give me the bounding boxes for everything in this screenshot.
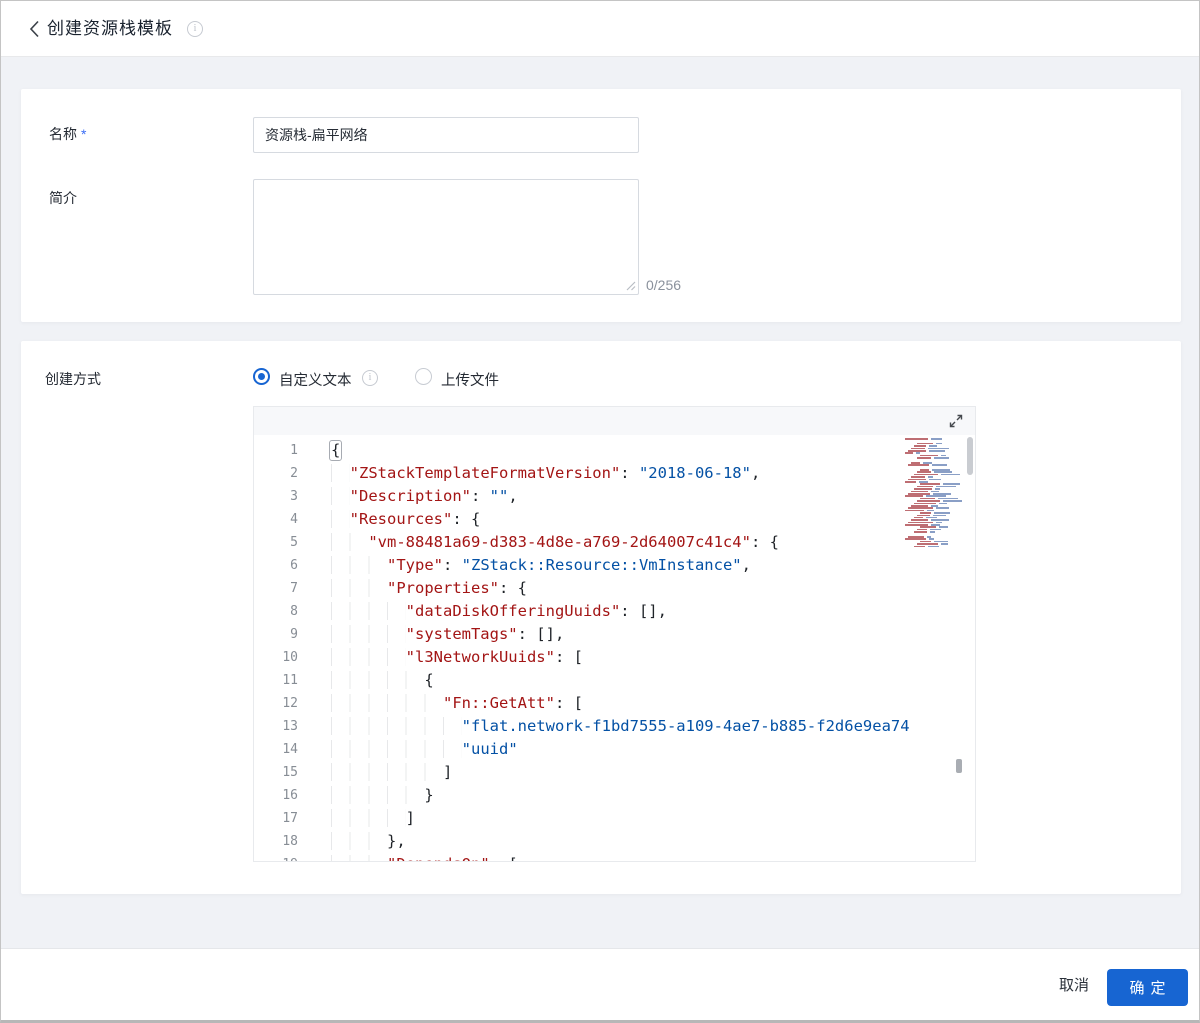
code-line: 16 } bbox=[254, 784, 975, 807]
line-number: 15 bbox=[282, 765, 298, 780]
name-field-label: 名称 * bbox=[49, 124, 86, 144]
code-line: 15 ] bbox=[254, 761, 975, 784]
editor-toolbar bbox=[254, 407, 975, 435]
line-number: 10 bbox=[282, 650, 298, 665]
radio-custom-text-label[interactable]: 自定义文本 bbox=[279, 369, 352, 390]
confirm-button[interactable]: 确定 bbox=[1107, 969, 1188, 1006]
line-number: 18 bbox=[282, 834, 298, 849]
minimap[interactable] bbox=[905, 438, 962, 548]
description-textarea[interactable] bbox=[253, 179, 639, 295]
create-stack-template-page: 创建资源栈模板 名称* 简介 0/256 创建方式 自定义文本 上传文件 bbox=[0, 0, 1200, 1023]
page-title: 创建资源栈模板 bbox=[47, 19, 173, 38]
code-line: 1{ bbox=[254, 439, 975, 462]
name-input[interactable] bbox=[253, 117, 639, 153]
creation-method-card: 创建方式 自定义文本 上传文件 1{2 "ZStackTemplateForma… bbox=[21, 341, 1181, 894]
code-line: 17 ] bbox=[254, 807, 975, 830]
info-icon[interactable] bbox=[187, 21, 203, 37]
line-number: 12 bbox=[282, 696, 298, 711]
line-number: 17 bbox=[282, 811, 298, 826]
code-line: 14 "uuid" bbox=[254, 738, 975, 761]
line-number: 7 bbox=[290, 581, 298, 596]
confirm-button-label: 确定 bbox=[1129, 980, 1172, 997]
line-number: 11 bbox=[282, 673, 298, 688]
chevron-left-icon bbox=[29, 20, 39, 38]
line-number: 8 bbox=[290, 604, 298, 619]
code-line: 8 "dataDiskOfferingUuids": [], bbox=[254, 600, 975, 623]
code-lines: 1{2 "ZStackTemplateFormatVersion": "2018… bbox=[254, 439, 975, 861]
line-number: 16 bbox=[282, 788, 298, 803]
line-number: 3 bbox=[290, 489, 298, 504]
code-line: 19 "DependsOn": [ bbox=[254, 853, 975, 861]
line-number: 5 bbox=[290, 535, 298, 550]
description-textarea-wrap bbox=[253, 179, 639, 295]
editor-scrollbar[interactable] bbox=[967, 437, 973, 475]
name-label-text: 名称 bbox=[49, 126, 77, 142]
line-number: 13 bbox=[282, 719, 298, 734]
required-asterisk: * bbox=[81, 126, 87, 142]
expand-icon[interactable] bbox=[947, 412, 965, 430]
code-line: 2 "ZStackTemplateFormatVersion": "2018-0… bbox=[254, 462, 975, 485]
code-line: 3 "Description": "", bbox=[254, 485, 975, 508]
code-line: 13 "flat.network-f1bd7555-a109-4ae7-b885… bbox=[254, 715, 975, 738]
code-line: 7 "Properties": { bbox=[254, 577, 975, 600]
info-icon[interactable] bbox=[362, 370, 378, 386]
basic-info-card: 名称* 简介 0/256 bbox=[21, 89, 1181, 322]
code-line: 4 "Resources": { bbox=[254, 508, 975, 531]
line-number: 1 bbox=[290, 443, 298, 458]
code-line: 9 "systemTags": [], bbox=[254, 623, 975, 646]
cancel-button[interactable]: 取消 bbox=[1059, 974, 1089, 995]
line-number: 4 bbox=[290, 512, 298, 527]
code-editor: 1{2 "ZStackTemplateFormatVersion": "2018… bbox=[253, 406, 976, 862]
code-line: 12 "Fn::GetAtt": [ bbox=[254, 692, 975, 715]
resize-handle-icon[interactable] bbox=[625, 280, 636, 291]
code-line: 11 { bbox=[254, 669, 975, 692]
description-field-label: 简介 bbox=[49, 190, 77, 206]
code-line: 6 "Type": "ZStack::Resource::VmInstance"… bbox=[254, 554, 975, 577]
page-header: 创建资源栈模板 bbox=[1, 1, 1199, 57]
line-number: 9 bbox=[290, 627, 298, 642]
radio-upload-file-label[interactable]: 上传文件 bbox=[441, 369, 499, 390]
method-label: 创建方式 bbox=[45, 371, 101, 387]
code-line: 18 }, bbox=[254, 830, 975, 853]
code-line: 10 "l3NetworkUuids": [ bbox=[254, 646, 975, 669]
char-counter: 0/256 bbox=[646, 277, 682, 293]
code-area[interactable]: 1{2 "ZStackTemplateFormatVersion": "2018… bbox=[254, 435, 975, 861]
line-number: 19 bbox=[254, 853, 298, 861]
code-line: 5 "vm-88481a69-d383-4d8e-a769-2d64007c41… bbox=[254, 531, 975, 554]
overview-ruler-mark bbox=[956, 759, 962, 773]
line-number: 14 bbox=[282, 742, 298, 757]
radio-custom-text[interactable] bbox=[253, 368, 270, 385]
radio-upload-file[interactable] bbox=[415, 368, 432, 385]
line-number: 6 bbox=[290, 558, 298, 573]
line-number: 2 bbox=[290, 466, 298, 481]
back-button[interactable] bbox=[23, 18, 45, 40]
action-footer: 取消 确定 bbox=[1, 948, 1199, 1020]
